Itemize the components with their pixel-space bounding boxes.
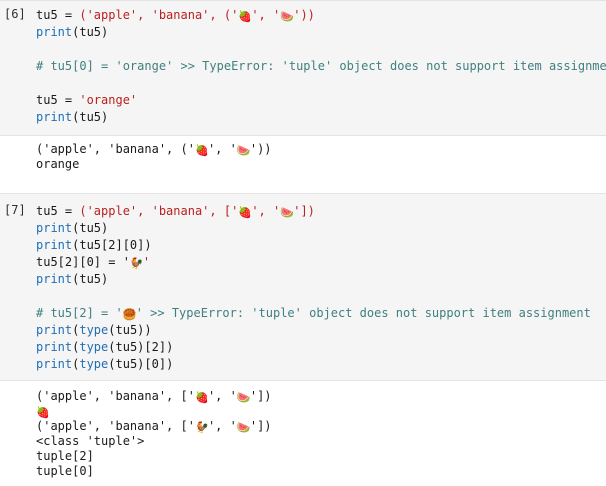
code-line: print(tu5) bbox=[36, 110, 109, 124]
output-line: tuple[0] bbox=[36, 464, 94, 478]
strawberry-icon: 🍓 bbox=[238, 206, 253, 219]
output-line: ('apple', 'banana', ['🐓', '🍉']) bbox=[36, 419, 272, 434]
code-input-area[interactable]: [6] tu5 = ('apple', 'banana', ('🍓', '🍉')… bbox=[0, 0, 606, 136]
mooncake-icon: 🥮 bbox=[122, 308, 137, 321]
code-line: print(type(tu5)[0]) bbox=[36, 357, 174, 371]
chicken-icon: 🐓 bbox=[129, 257, 144, 270]
watermelon-icon: 🍉 bbox=[236, 421, 251, 434]
code-line: tu5[2][0] = '🐓' bbox=[36, 255, 151, 270]
watermelon-icon: 🍉 bbox=[236, 144, 251, 157]
code-comment: # tu5[2] = '🥮' >> TypeError: 'tuple' obj… bbox=[36, 306, 591, 321]
notebook-cell-6[interactable]: [6] tu5 = ('apple', 'banana', ('🍓', '🍉')… bbox=[0, 0, 606, 186]
watermelon-icon: 🍉 bbox=[280, 10, 294, 23]
output-line: orange bbox=[36, 157, 80, 171]
code-comment: # tu5[0] = 'orange' >> TypeError: 'tuple… bbox=[36, 59, 606, 73]
code-line: print(tu5) bbox=[36, 25, 109, 39]
cell-output: ('apple', 'banana', ['🍓', '🍉']) 🍓 ('appl… bbox=[36, 389, 272, 479]
execution-count: [6] bbox=[4, 7, 26, 21]
chicken-icon: 🐓 bbox=[194, 421, 209, 434]
code-line: tu5 = 'orange' bbox=[36, 93, 138, 107]
output-line: tuple[2] bbox=[36, 449, 94, 463]
output-line: ('apple', 'banana', ('🍓', '🍉')) bbox=[36, 142, 272, 157]
code-line: tu5 = ('apple', 'banana', ['🍓', '🍉']) bbox=[36, 204, 315, 219]
strawberry-icon: 🍓 bbox=[36, 406, 50, 419]
strawberry-icon: 🍓 bbox=[194, 144, 209, 157]
execution-count: [7] bbox=[4, 203, 26, 217]
watermelon-icon: 🍉 bbox=[280, 206, 294, 219]
code-line: print(type(tu5)[2]) bbox=[36, 340, 174, 354]
code-line: tu5 = ('apple', 'banana', ('🍓', '🍉')) bbox=[36, 8, 315, 23]
code-editor[interactable]: tu5 = ('apple', 'banana', ('🍓', '🍉')) pr… bbox=[36, 7, 606, 126]
code-line: print(type(tu5)) bbox=[36, 323, 152, 337]
code-editor[interactable]: tu5 = ('apple', 'banana', ['🍓', '🍉']) pr… bbox=[36, 203, 606, 373]
strawberry-icon: 🍓 bbox=[194, 391, 209, 404]
strawberry-icon: 🍓 bbox=[238, 10, 253, 23]
code-line: print(tu5) bbox=[36, 272, 109, 286]
code-line: print(tu5[2][0]) bbox=[36, 238, 152, 252]
cell-output: ('apple', 'banana', ('🍓', '🍉')) orange bbox=[36, 142, 272, 172]
output-line: <class 'tuple'> bbox=[36, 434, 145, 448]
notebook-cell-7[interactable]: [7] tu5 = ('apple', 'banana', ['🍓', '🍉']… bbox=[0, 193, 606, 486]
code-input-area[interactable]: [7] tu5 = ('apple', 'banana', ['🍓', '🍉']… bbox=[0, 193, 606, 381]
output-line: 🍓 bbox=[36, 404, 272, 419]
code-line: print(tu5) bbox=[36, 221, 109, 235]
watermelon-icon: 🍉 bbox=[236, 391, 251, 404]
output-line: ('apple', 'banana', ['🍓', '🍉']) bbox=[36, 389, 272, 404]
